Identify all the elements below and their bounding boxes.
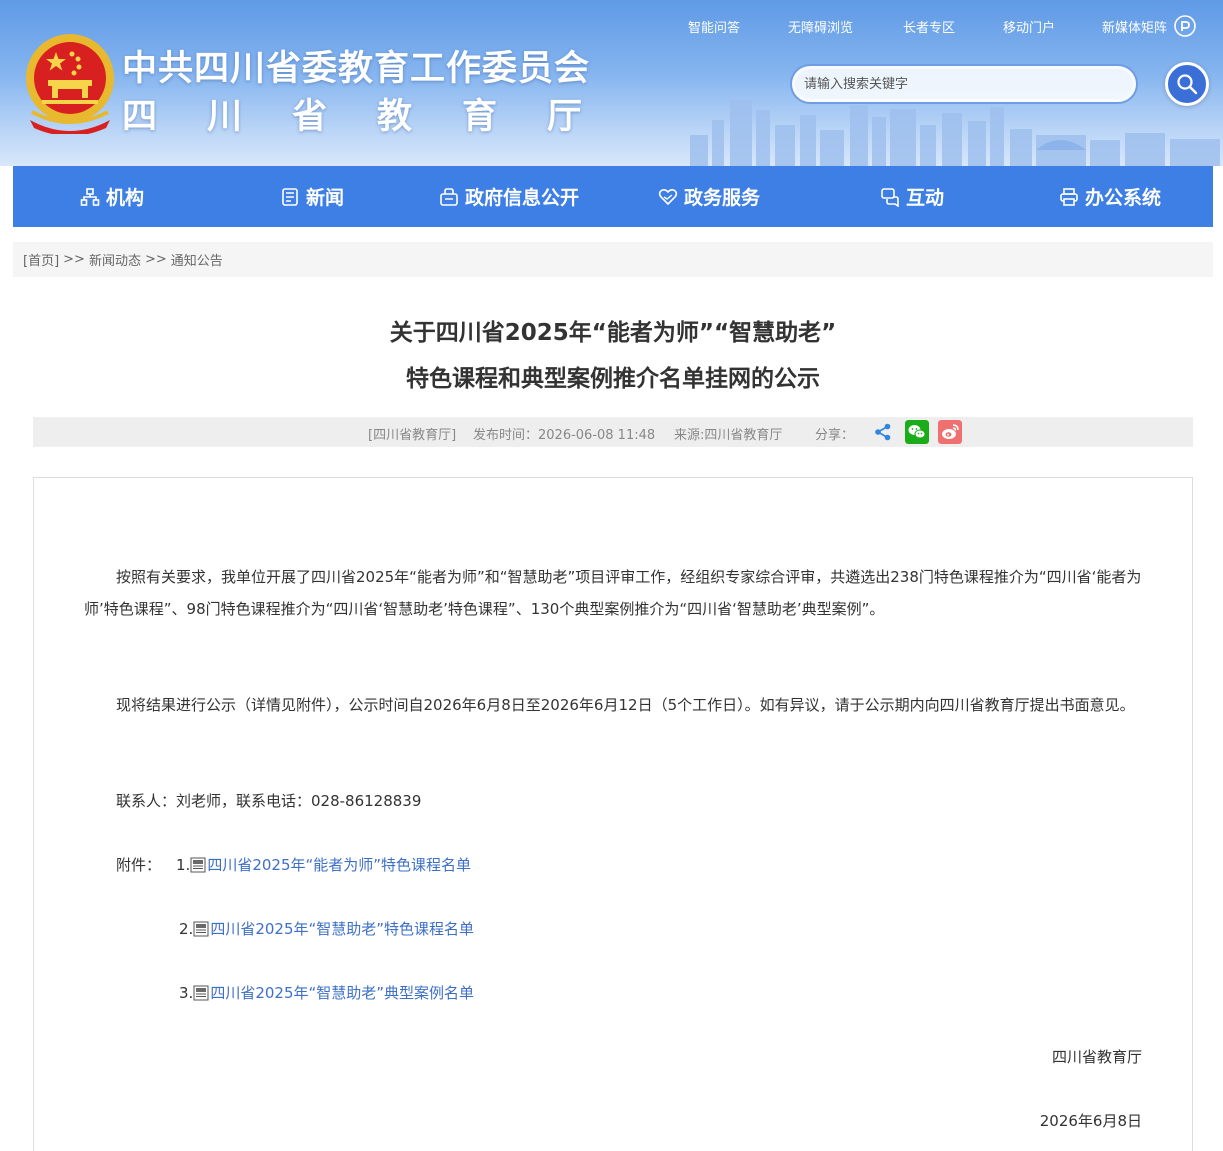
search-box [790, 64, 1138, 104]
national-emblem-icon [26, 34, 114, 134]
attachment-link[interactable]: 四川省2025年“智慧助老”特色课程名单 [210, 918, 474, 940]
meta-org: [四川省教育厅] [368, 428, 457, 443]
search-icon [1177, 74, 1198, 95]
attachment-row: 2. 四川省2025年“智慧助老”特色课程名单 [179, 918, 474, 940]
wechat-share-icon[interactable] [905, 420, 929, 444]
nav-label: 互动 [906, 187, 945, 209]
new-media-icon[interactable] [1174, 15, 1196, 37]
nav-item-info-public[interactable]: 政府信息公开 [439, 166, 579, 227]
top-link-accessibility[interactable]: 无障碍浏览 [788, 17, 853, 36]
site-title: 中共四川省委教育工作委员会 [122, 49, 591, 89]
article-meta: [四川省教育厅] 发布时间：2026-06-08 11:48 来源:四川省教育厅… [33, 417, 1193, 447]
attachment-link[interactable]: 四川省2025年“智慧助老”典型案例名单 [210, 982, 474, 1004]
contact-info: 联系人：刘老师，联系电话：028-86128839 [116, 792, 422, 810]
weibo-share-icon[interactable] [938, 420, 962, 444]
meta-source: 来源:四川省教育厅 [674, 428, 783, 443]
nav-item-service[interactable]: 政务服务 [658, 166, 760, 227]
subtitle-char: 川 [206, 97, 242, 137]
attachment-number: 1. [176, 856, 191, 874]
info-public-icon [440, 187, 458, 206]
article-title: 关于四川省2025年“能者为师”“智慧助老” 特色课程和典型案例推介名单挂网的公… [13, 310, 1213, 402]
main-nav: 机构 新闻 政府信息公开 政务服务 互动 办公系统 [13, 166, 1213, 227]
meta-share-label: 分享： [815, 428, 855, 443]
subtitle-char: 省 [291, 97, 327, 137]
top-links: 智能问答 无障碍浏览 长者专区 移动门户 新媒体矩阵 [660, 15, 1200, 37]
search-input[interactable] [804, 74, 1124, 94]
news-icon [282, 187, 298, 206]
signature-org: 四川省教育厅 [1051, 1048, 1142, 1066]
top-link-mobile[interactable]: 移动门户 [1003, 17, 1055, 36]
attachment-number: 3. [179, 984, 194, 1002]
attachment-row: 附件： 1. 四川省2025年“能者为师”特色课程名单 [116, 854, 471, 876]
breadcrumb-separator: >> [144, 252, 167, 267]
nav-label: 政府信息公开 [465, 187, 580, 209]
attachment-number: 2. [179, 920, 194, 938]
search-button[interactable] [1165, 62, 1209, 106]
signature-date: 2026年6月8日 [1039, 1112, 1142, 1130]
nav-item-org[interactable]: 机构 [80, 166, 144, 227]
service-heart-icon [658, 188, 678, 205]
printer-icon [1060, 187, 1078, 206]
nav-label: 办公系统 [1085, 187, 1162, 209]
share-icon[interactable] [873, 422, 893, 442]
article-paragraph: 按照有关要求，我单位开展了四川省2025年“能者为师”和“智慧助老”项目评审工作… [84, 568, 1142, 618]
attachment-row: 3. 四川省2025年“智慧助老”典型案例名单 [179, 982, 474, 1004]
breadcrumb-news[interactable]: 新闻动态 [89, 250, 141, 269]
top-link-new-media[interactable]: 新媒体矩阵 [1102, 17, 1167, 36]
article-title-line: 关于四川省2025年“能者为师”“智慧助老” [389, 320, 837, 346]
subtitle-char: 厅 [546, 97, 582, 137]
subtitle-char: 育 [461, 97, 497, 137]
nav-label: 政务服务 [684, 187, 761, 209]
nav-label: 机构 [106, 187, 145, 209]
city-skyline-decoration [690, 100, 1220, 166]
subtitle-char: 教 [376, 97, 412, 137]
subtitle-char: 四 [122, 97, 158, 137]
meta-publish-time: 发布时间：2026-06-08 11:48 [473, 428, 656, 443]
nav-item-news[interactable]: 新闻 [280, 166, 344, 227]
document-icon [193, 985, 209, 1001]
article-content: 按照有关要求，我单位开展了四川省2025年“能者为师”和“智慧助老”项目评审工作… [33, 477, 1193, 1151]
top-link-elderly[interactable]: 长者专区 [903, 17, 955, 36]
nav-item-office[interactable]: 办公系统 [1059, 166, 1161, 227]
breadcrumb-separator: >> [63, 252, 85, 267]
chat-icon [881, 187, 899, 207]
breadcrumb-home[interactable]: [首页] [23, 250, 59, 269]
org-chart-icon [80, 187, 100, 206]
attachment-label: 附件： [116, 856, 162, 874]
document-icon [190, 857, 206, 873]
document-icon [193, 921, 209, 937]
breadcrumb: [首页] >> 新闻动态 >> 通知公告 [13, 242, 1213, 277]
nav-label: 新闻 [306, 187, 345, 209]
top-link-smart-qa[interactable]: 智能问答 [688, 17, 740, 36]
site-subtitle: 四 川 省 教 育 厅 [122, 88, 582, 139]
nav-item-interaction[interactable]: 互动 [880, 166, 944, 227]
attachment-link[interactable]: 四川省2025年“能者为师”特色课程名单 [207, 854, 471, 876]
article-title-line: 特色课程和典型案例推介名单挂网的公示 [406, 366, 820, 392]
article-paragraph: 现将结果进行公示（详情见附件），公示时间自2026年6月8日至2026年6月12… [116, 696, 1135, 714]
breadcrumb-notices[interactable]: 通知公告 [171, 250, 223, 269]
site-header: 中共四川省委教育工作委员会 四 川 省 教 育 厅 智能问答 无障碍浏览 长者专… [0, 0, 1223, 166]
